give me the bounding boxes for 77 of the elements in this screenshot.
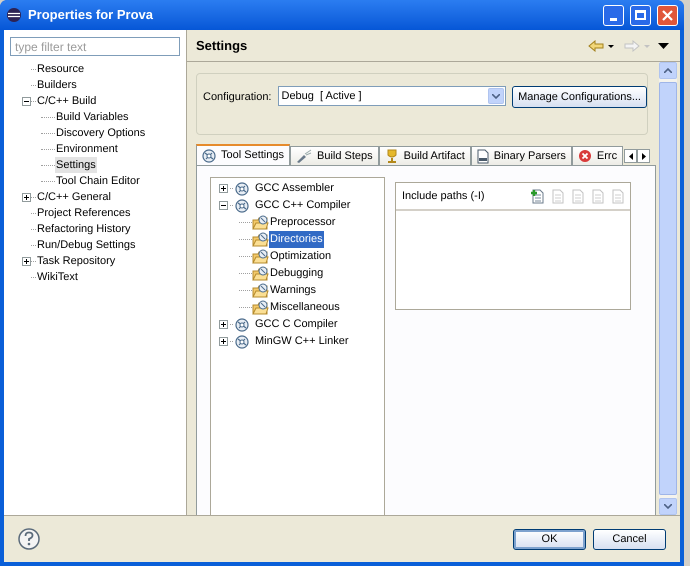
add-icon[interactable] (530, 188, 544, 204)
expand-toggle[interactable] (219, 337, 228, 346)
tool-item[interactable]: GCC Assembler (254, 180, 335, 197)
nav-item[interactable]: Project References (36, 204, 132, 222)
gear-icon (235, 198, 249, 212)
chevron-up-icon (664, 68, 672, 73)
scroll-tabs-left-button[interactable] (624, 149, 638, 163)
nav-item[interactable]: Build Variables (55, 108, 130, 126)
tab[interactable]: Build Artifact (378, 146, 471, 165)
collapse-toggle[interactable] (219, 201, 228, 210)
folder-gear-icon (252, 300, 269, 315)
nav-item[interactable]: Task Repository (36, 252, 116, 270)
chevron-down-icon (492, 94, 500, 98)
folder-gear-icon (252, 266, 269, 281)
close-icon (662, 10, 673, 20)
scroll-down-button[interactable] (659, 498, 677, 515)
folder-gear-icon (252, 232, 269, 247)
nav-item[interactable]: Run/Debug Settings (36, 236, 136, 254)
tool-item[interactable]: MinGW C++ Linker (254, 333, 350, 350)
brush-icon (296, 149, 312, 163)
collapse-toggle[interactable] (22, 96, 31, 106)
gear-icon (202, 148, 216, 162)
folder-gear-icon (252, 283, 269, 298)
tab[interactable]: Binary Parsers (470, 146, 572, 165)
trophy-icon (384, 148, 399, 164)
gear-icon (235, 318, 249, 332)
scroll-tabs-right-button[interactable] (637, 149, 650, 163)
help-icon[interactable] (18, 528, 40, 550)
window-title: Properties for Prova (28, 6, 154, 24)
nav-item[interactable]: Settings (55, 156, 97, 174)
folder-gear-icon (252, 215, 269, 230)
tab[interactable]: Tool Settings (196, 144, 290, 165)
dialog-button[interactable]: OK (513, 528, 586, 550)
nav-item[interactable]: Builders (36, 76, 78, 94)
filter-field[interactable]: type filter text (10, 37, 180, 56)
nav-item[interactable]: Discovery Options (55, 124, 146, 142)
nav-item[interactable]: Environment (55, 140, 119, 158)
forward-arrow-icon (624, 40, 650, 52)
nav-item[interactable]: C/C++ Build (36, 92, 98, 110)
manage-configurations-button[interactable]: Manage Configurations... (512, 86, 647, 108)
tool-option[interactable]: Preprocessor (269, 214, 336, 231)
maximize-button[interactable] (630, 4, 651, 26)
expand-toggle[interactable] (22, 192, 31, 202)
tool-option[interactable]: Optimization (269, 248, 332, 265)
tool-option[interactable]: Miscellaneous (269, 299, 341, 316)
nav-item[interactable]: Refactoring History (36, 220, 132, 238)
nav-item[interactable]: C/C++ General (36, 188, 112, 206)
configuration-label: Configuration: (203, 90, 272, 105)
tool-item[interactable]: GCC C Compiler (254, 316, 339, 333)
nav-item[interactable]: Tool Chain Editor (55, 172, 141, 190)
scroll-up-button[interactable] (659, 62, 677, 79)
close-button[interactable] (657, 4, 678, 26)
tab[interactable]: Errc (572, 146, 624, 165)
chevron-down-icon (664, 504, 672, 509)
expand-toggle[interactable] (219, 320, 228, 329)
dialog-button[interactable]: Cancel (593, 528, 666, 550)
gear-icon (235, 182, 249, 196)
nav-item[interactable]: Resource (36, 60, 86, 78)
tab[interactable]: Build Steps (290, 146, 379, 165)
back-arrow-icon[interactable] (588, 40, 614, 52)
expand-toggle[interactable] (219, 184, 228, 193)
folder-gear-icon (252, 249, 269, 264)
menu-icon[interactable] (658, 42, 669, 48)
minimize-button[interactable] (603, 4, 624, 26)
gear-icon (235, 334, 249, 348)
include-paths-title: Include paths (-I) (402, 188, 486, 204)
tool-option[interactable]: Debugging (269, 265, 324, 282)
tool-item[interactable]: GCC C++ Compiler (254, 197, 352, 214)
expand-toggle[interactable] (22, 256, 31, 266)
left-arrow-icon (628, 152, 633, 160)
page-title: Settings (196, 36, 248, 55)
tool-option[interactable]: Warnings (269, 282, 318, 299)
tool-option[interactable]: Directories (269, 231, 324, 248)
right-arrow-icon (642, 152, 646, 160)
error-icon (578, 149, 592, 163)
nav-item[interactable]: WikiText (36, 268, 79, 286)
configuration-dropdown[interactable]: Debug [ Active ] (278, 86, 506, 106)
